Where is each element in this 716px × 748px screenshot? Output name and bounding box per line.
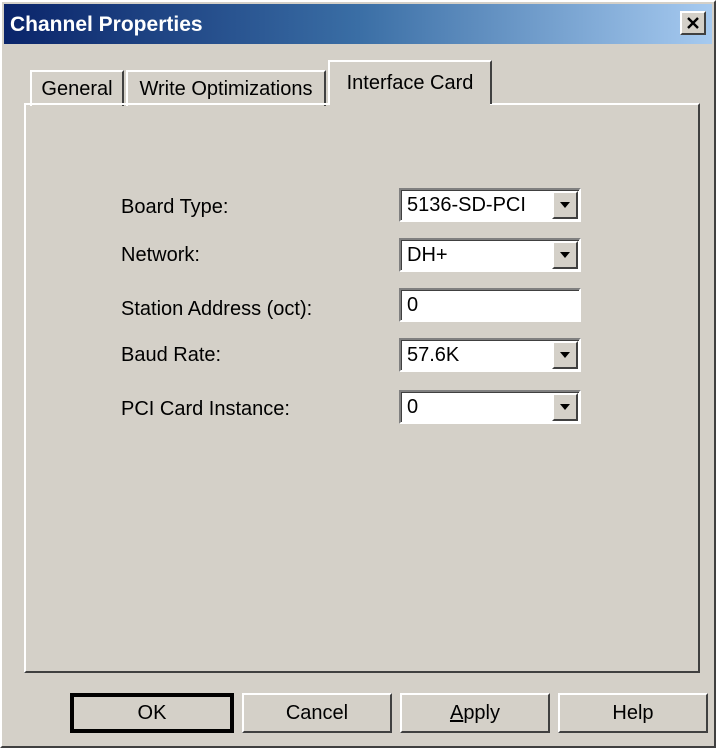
tab-interface-card-label: Interface Card (346, 71, 474, 94)
window-title: Channel Properties (10, 13, 203, 36)
apply-accelerator: A (449, 701, 464, 724)
interface-card-panel (24, 103, 700, 673)
tab-write-optimizations[interactable]: Write Optimizations (126, 70, 326, 106)
apply-button[interactable]: Apply (400, 693, 550, 733)
title-bar[interactable]: Channel Properties (4, 4, 712, 44)
tab-general[interactable]: General (30, 70, 124, 106)
cancel-button[interactable]: Cancel (242, 693, 392, 733)
apply-button-label-rest: pply (463, 701, 501, 724)
tab-general-label: General (41, 77, 113, 100)
ok-button[interactable]: OK (70, 693, 234, 733)
help-button-label: Help (612, 701, 654, 724)
cancel-button-label: Cancel (285, 701, 349, 724)
channel-properties-dialog: Channel Properties General Write Optimiz… (0, 0, 716, 748)
apply-button-label: Apply (450, 702, 500, 725)
tab-write-optimizations-label: Write Optimizations (139, 77, 313, 100)
close-button[interactable] (680, 11, 706, 35)
close-icon (687, 17, 699, 29)
tab-interface-card[interactable]: Interface Card (328, 60, 492, 107)
ok-button-label: OK (137, 701, 167, 724)
help-button[interactable]: Help (558, 693, 708, 733)
